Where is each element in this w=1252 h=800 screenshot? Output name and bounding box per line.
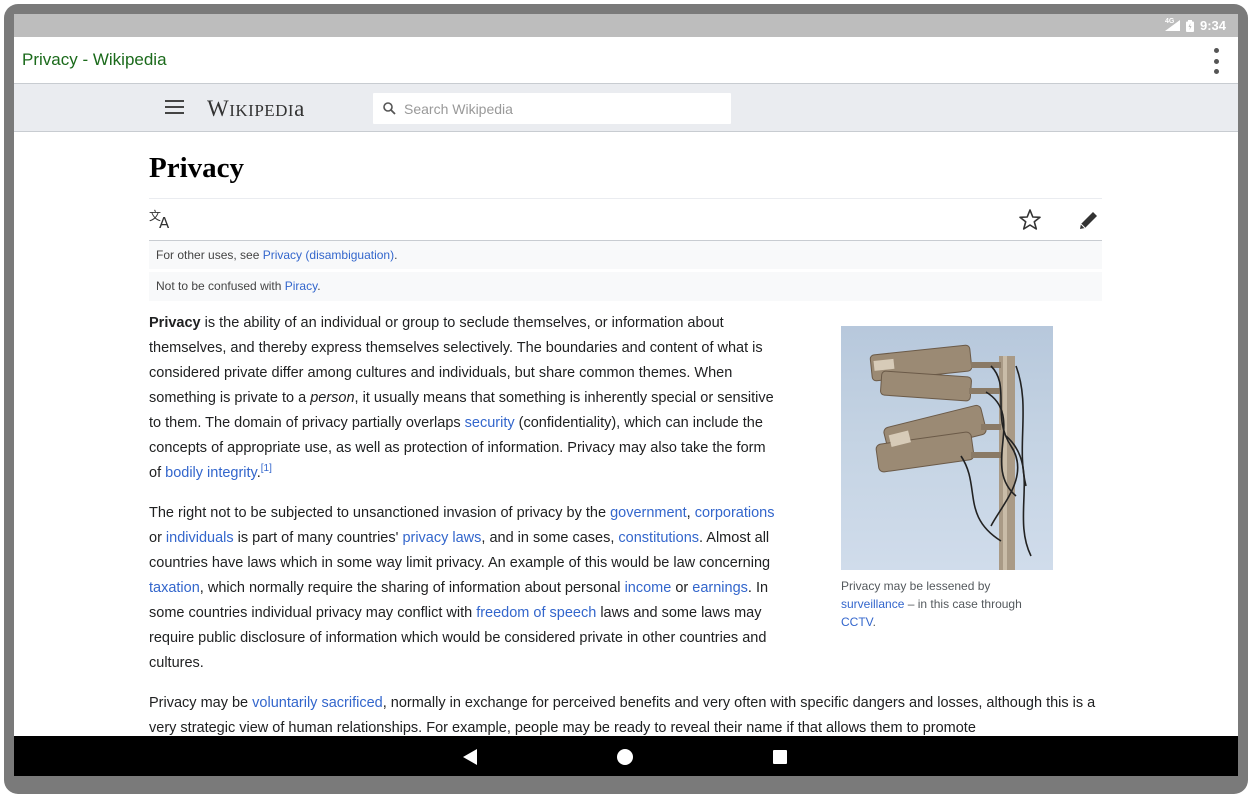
link-corporations[interactable]: corporations — [695, 505, 775, 521]
thumbnail-caption: Privacy may be lessened by surveillance … — [841, 577, 1053, 631]
text-run: , — [686, 505, 695, 521]
hatnote-suffix: . — [317, 279, 321, 293]
reference-link[interactable]: [1] — [261, 463, 272, 474]
hatnote-confusion: Not to be confused with Piracy. — [149, 272, 1102, 301]
link-privacy-laws[interactable]: privacy laws — [402, 530, 481, 546]
search-icon — [383, 102, 396, 115]
caption-text: . — [872, 615, 876, 629]
link-privacy-disambiguation[interactable]: Privacy (disambiguation) — [263, 248, 394, 262]
page-actions-bar: 文 A — [149, 198, 1102, 241]
link-surveillance[interactable]: surveillance — [841, 597, 904, 611]
link-earnings[interactable]: earnings — [692, 580, 748, 596]
app-title: Privacy - Wikipedia — [22, 50, 167, 69]
system-nav-bar — [14, 736, 1238, 776]
link-taxation[interactable]: taxation — [149, 580, 200, 596]
paragraph-1: Privacy is the ability of an individual … — [149, 311, 779, 486]
caption-text: Privacy may be lessened by — [841, 579, 991, 593]
text-run: , and in some cases, — [481, 530, 619, 546]
wiki-header: Wikipedia Search Wikipedia — [14, 83, 1238, 132]
link-individuals[interactable]: individuals — [166, 530, 234, 546]
text-run: , which normally require the sharing of … — [199, 580, 625, 596]
back-icon[interactable] — [463, 749, 477, 765]
thumbnail-figure: Privacy may be lessened by surveillance … — [841, 326, 1053, 631]
link-freedom-of-speech[interactable]: freedom of speech — [476, 605, 596, 621]
recent-apps-icon[interactable] — [773, 750, 787, 764]
paragraph-2: The right not to be subjected to unsanct… — [149, 501, 779, 676]
link-cctv[interactable]: CCTV — [841, 615, 873, 629]
home-icon[interactable] — [617, 749, 633, 765]
hatnote-disambiguation: For other uses, see Privacy (disambiguat… — [149, 241, 1102, 270]
text-run: The right not to be subjected to unsanct… — [149, 505, 611, 521]
text-run: Privacy may be — [149, 695, 253, 711]
link-piracy[interactable]: Piracy — [285, 279, 317, 293]
text-run: or — [149, 530, 166, 546]
cell-signal-icon: 4G — [1164, 18, 1180, 31]
italic-term: person — [310, 390, 355, 406]
battery-icon — [1185, 19, 1194, 32]
status-bar: 4G 9:34 — [14, 14, 1238, 37]
hatnote-suffix: . — [394, 248, 398, 262]
link-voluntarily-sacrificed[interactable]: voluntarily sacrificed — [252, 695, 383, 711]
paragraph-3: Privacy may be voluntarily sacrificed, n… — [149, 691, 1109, 736]
hamburger-menu-icon[interactable] — [165, 100, 184, 114]
caption-text: – in this case through — [904, 597, 1022, 611]
edit-pencil-icon[interactable] — [1077, 208, 1101, 232]
article-content: Privacy 文 A For other uses, see Privacy … — [14, 132, 1238, 736]
link-security[interactable]: security — [465, 415, 515, 431]
bold-term: Privacy — [149, 315, 201, 331]
screen: 4G 9:34 Privacy - Wikipedia Wikipedia Se… — [14, 14, 1238, 776]
wikipedia-logo[interactable]: Wikipedia — [207, 96, 305, 122]
link-government[interactable]: government — [610, 505, 687, 521]
hatnote-text: For other uses, see — [156, 248, 263, 262]
text-run: or — [671, 580, 693, 596]
overflow-menu-icon[interactable] — [1204, 48, 1228, 74]
language-icon[interactable]: 文 A — [149, 208, 175, 230]
link-constitutions[interactable]: constitutions — [618, 530, 699, 546]
cctv-image[interactable] — [841, 326, 1053, 570]
clock: 9:34 — [1199, 18, 1226, 33]
hatnote-text: Not to be confused with — [156, 279, 285, 293]
text-run: is part of many countries' — [233, 530, 403, 546]
svg-text:A: A — [159, 214, 170, 230]
star-icon[interactable] — [1018, 208, 1042, 232]
search-input[interactable]: Search Wikipedia — [372, 92, 732, 125]
page-title: Privacy — [149, 152, 245, 184]
link-income[interactable]: income — [625, 580, 672, 596]
search-placeholder: Search Wikipedia — [404, 100, 513, 117]
app-bar: Privacy - Wikipedia — [14, 37, 1238, 83]
link-bodily-integrity[interactable]: bodily integrity — [165, 465, 257, 481]
